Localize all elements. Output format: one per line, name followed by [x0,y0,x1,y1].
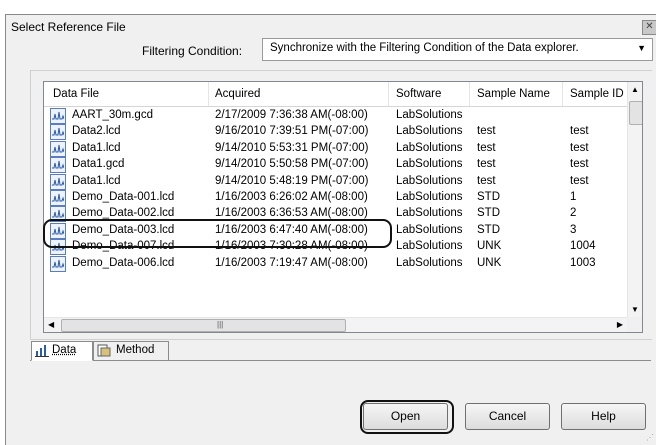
table-row[interactable]: Data1.lcd 9/14/2010 5:53:31 PM(-07:00) Lab… [44,141,627,157]
scroll-left-icon[interactable]: ◀ [48,320,54,329]
column-header-data-file[interactable]: Data File [53,88,99,100]
file-list[interactable]: Data File Acquired Software Sample Name … [43,81,643,333]
title-bar: Select Reference File ✕ [6,15,656,37]
cell-file: Demo_Data-006.lcd [72,257,174,269]
cell-file: Data1.lcd [72,175,121,187]
cell-file: Data1.lcd [72,142,121,154]
cell-sample-id: test [570,175,589,187]
chromatogram-file-icon [50,124,66,140]
cell-acquired: 9/14/2010 5:48:19 PM(-07:00) [215,175,368,187]
scroll-corner [627,317,642,332]
cell-software: LabSolutions [396,142,463,154]
chromatogram-file-icon [50,157,66,173]
table-row[interactable]: Data1.lcd 9/14/2010 5:48:19 PM(-07:00) Lab… [44,174,627,190]
column-header-sample-id[interactable]: Sample ID [570,88,624,100]
close-icon[interactable]: ✕ [642,20,656,35]
cell-software: LabSolutions [396,158,463,170]
cell-sample-name: test [477,158,496,170]
cell-software: LabSolutions [396,257,463,269]
cell-acquired: 9/16/2010 7:39:51 PM(-07:00) [215,125,368,137]
scroll-up-icon[interactable]: ▲ [631,85,639,94]
table-row[interactable]: Data1.gcd 9/14/2010 5:50:58 PM(-07:00) Lab… [44,157,627,173]
cell-acquired: 1/16/2003 6:26:02 AM(-08:00) [215,191,368,203]
chart-icon [35,344,49,357]
chromatogram-file-icon [50,174,66,190]
cell-sample-id: 1 [570,191,576,203]
chromatogram-file-icon [50,108,66,124]
column-header-sample-name[interactable]: Sample Name [477,88,550,100]
cell-file: AART_30m.gcd [72,109,153,121]
cell-software: LabSolutions [396,175,463,187]
highlighted-row-ring [43,219,392,248]
chromatogram-file-icon [50,256,66,272]
tab-data-label: Data [52,344,76,356]
scroll-down-icon[interactable]: ▼ [631,305,639,314]
cell-software: LabSolutions [396,191,463,203]
cell-file: Demo_Data-001.lcd [72,191,174,203]
cell-sample-name: test [477,142,496,154]
cell-software: LabSolutions [396,240,463,252]
cell-sample-name: UNK [477,257,501,269]
open-button-ring [360,400,454,434]
cell-acquired: 9/14/2010 5:53:31 PM(-07:00) [215,142,368,154]
cell-file: Data1.gcd [72,158,124,170]
cell-software: LabSolutions [396,224,463,236]
horizontal-scroll-thumb[interactable]: ||| [61,319,346,332]
column-header-software[interactable]: Software [396,88,441,100]
cell-sample-name: test [477,125,496,137]
help-button[interactable]: Help [561,403,646,430]
tab-method-label: Method [116,344,154,356]
chromatogram-file-icon [50,141,66,157]
tab-data[interactable]: Data [31,341,93,361]
table-row[interactable]: Demo_Data-006.lcd 1/16/2003 7:19:47 AM(-0… [44,256,627,272]
cell-sample-id: 1004 [570,240,596,252]
cell-sample-name: UNK [477,240,501,252]
cell-acquired: 2/17/2009 7:36:38 AM(-08:00) [215,109,368,121]
chromatogram-file-icon [50,190,66,206]
cell-sample-name: STD [477,207,500,219]
horizontal-scrollbar[interactable]: ◀ ||| ▶ [44,317,627,333]
table-row[interactable]: Data2.lcd 9/16/2010 7:39:51 PM(-07:00) Lab… [44,124,627,140]
tab-method[interactable]: Method [93,341,169,361]
cell-sample-id: test [570,158,589,170]
vertical-scrollbar[interactable]: ▲ ▼ [627,82,643,317]
cell-sample-name: STD [477,224,500,236]
filter-label: Filtering Condition: [142,44,242,58]
filter-selected-value: Synchronize with the Filtering Condition… [270,42,579,54]
cell-file: Demo_Data-002.lcd [72,207,174,219]
cell-sample-id: test [570,125,589,137]
filter-dropdown[interactable]: Synchronize with the Filtering Condition… [262,38,653,61]
cell-sample-name: test [477,175,496,187]
cell-software: LabSolutions [396,207,463,219]
resize-grip-icon[interactable]: ⋰ [646,433,654,442]
dialog-title: Select Reference File [11,20,126,34]
cell-software: LabSolutions [396,125,463,137]
grip-icon: ||| [217,320,223,329]
dropdown-arrow-icon[interactable]: ▼ [637,43,646,53]
cell-sample-name: STD [477,191,500,203]
cell-acquired: 1/16/2003 7:19:47 AM(-08:00) [215,257,368,269]
cell-software: LabSolutions [396,109,463,121]
table-row[interactable]: AART_30m.gcd 2/17/2009 7:36:38 AM(-08:00)… [44,108,627,124]
scroll-right-icon[interactable]: ▶ [617,320,623,329]
vertical-scroll-thumb[interactable] [629,101,643,125]
cell-file: Data2.lcd [72,125,121,137]
table-row[interactable]: Demo_Data-001.lcd 1/16/2003 6:26:02 AM(-0… [44,190,627,206]
cell-acquired: 9/14/2010 5:50:58 PM(-07:00) [215,158,368,170]
cancel-button[interactable]: Cancel [465,403,550,430]
method-icon [97,344,111,357]
cell-sample-id: 3 [570,224,576,236]
column-header-acquired[interactable]: Acquired [215,88,260,100]
list-header: Data File Acquired Software Sample Name … [44,82,627,107]
cell-sample-id: test [570,142,589,154]
cell-acquired: 1/16/2003 6:36:53 AM(-08:00) [215,207,368,219]
cell-sample-id: 1003 [570,257,596,269]
cell-sample-id: 2 [570,207,576,219]
